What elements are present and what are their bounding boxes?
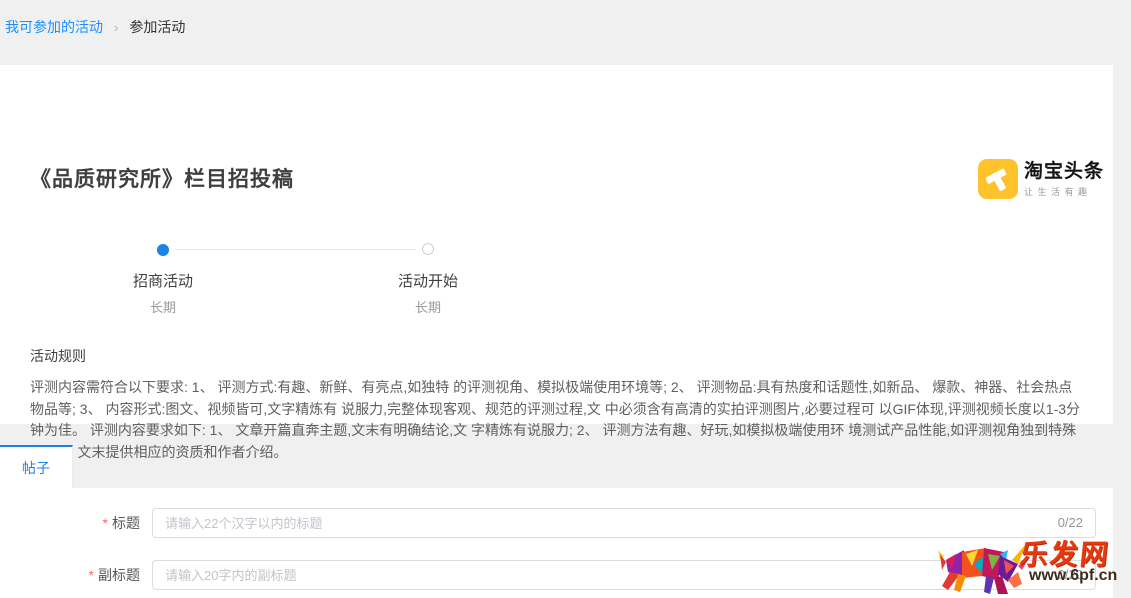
- step-dot-pending: [422, 243, 434, 255]
- rules-text: 评测内容需符合以下要求: 1、 评测方式:有趣、新鲜、有亮点,如独特 的评测视角…: [30, 377, 1086, 463]
- brand-text: 淘宝头条 让生活有趣: [1024, 159, 1104, 199]
- step-dot-active: [157, 244, 169, 256]
- title-counter: 0/22: [1058, 509, 1083, 537]
- breadcrumb: 我可参加的活动 › 参加活动: [5, 17, 185, 37]
- step-label-2: 活动开始: [378, 270, 478, 291]
- required-asterisk: *: [89, 567, 94, 583]
- title-field-label: *标题: [0, 508, 140, 538]
- rules-heading: 活动规则: [30, 346, 86, 366]
- step-label-1: 招商活动: [113, 270, 213, 291]
- required-asterisk: *: [103, 515, 108, 531]
- breadcrumb-separator-icon: ›: [114, 20, 118, 35]
- taobao-toutiao-icon: [978, 159, 1018, 199]
- stepper-connector: [175, 249, 416, 250]
- breadcrumb-link-my-activities[interactable]: 我可参加的活动: [5, 17, 103, 37]
- brand-name: 淘宝头条: [1024, 161, 1104, 182]
- subtitle-field-label: *副标题: [0, 560, 140, 590]
- activity-card: 《品质研究所》栏目招投稿 淘宝头条 让生活有趣 招商活动 长期 活动开始 长期 …: [0, 65, 1113, 424]
- subtitle-counter: 0/20: [1058, 561, 1083, 589]
- subtitle-input-wrap: 0/20: [152, 560, 1096, 590]
- title-input-wrap: 0/22: [152, 508, 1096, 538]
- brand-logo: 淘宝头条 让生活有趣: [978, 159, 1104, 199]
- step-sublabel-2: 长期: [378, 297, 478, 316]
- subtitle-input[interactable]: [153, 561, 1095, 589]
- brand-slogan: 让生活有趣: [1024, 185, 1104, 198]
- breadcrumb-current: 参加活动: [129, 17, 185, 37]
- page-title: 《品质研究所》栏目招投稿: [30, 163, 294, 193]
- step-sublabel-1: 长期: [113, 297, 213, 316]
- tab-post[interactable]: 帖子: [0, 445, 73, 488]
- title-input[interactable]: [153, 509, 1095, 537]
